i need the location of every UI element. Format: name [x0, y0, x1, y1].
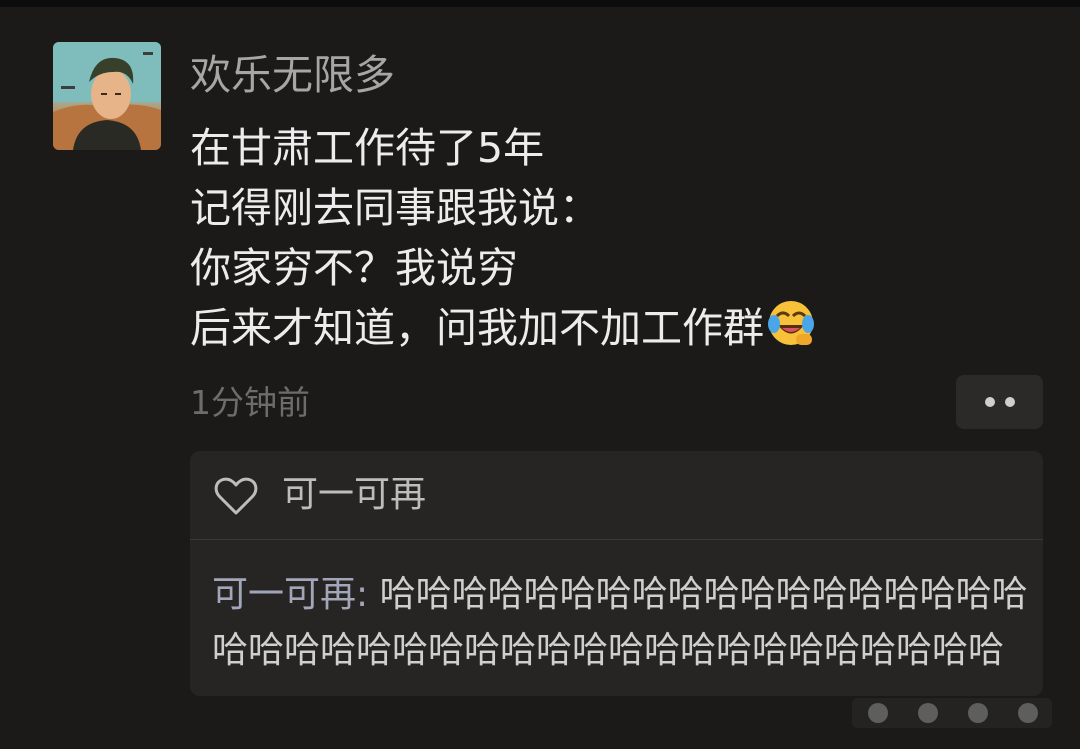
post-text-line: 记得刚去同事跟我说：	[190, 184, 600, 232]
avatar[interactable]	[53, 42, 161, 150]
top-bar	[0, 0, 1080, 7]
dot-icon	[1004, 397, 1015, 407]
comment-author[interactable]: 可一可再	[212, 574, 356, 615]
watermark-icon	[852, 698, 1052, 728]
more-options-button[interactable]	[956, 375, 1043, 429]
post-timestamp: 1分钟前	[190, 383, 310, 422]
comment-item[interactable]: 可一可再: 哈哈哈哈哈哈哈哈哈哈哈哈哈哈哈哈哈哈哈哈哈哈哈哈哈哈哈哈哈哈哈哈哈哈…	[212, 567, 1038, 679]
post-text-line-last: 后来才知道，问我加不加工作群	[190, 298, 1050, 364]
post-text-line: 在甘肃工作待了5年	[190, 124, 545, 172]
avatar-portrait-icon	[53, 42, 161, 150]
post-text-line: 你家穷不？我说穷	[190, 244, 518, 292]
likes-row: 可一可再	[190, 451, 1043, 539]
divider	[190, 539, 1043, 540]
dot-icon	[984, 397, 995, 407]
post-body: 在甘肃工作待了5年 记得刚去同事跟我说： 你家穷不？我说穷 后来才知道，问我加不…	[190, 118, 1050, 364]
heart-icon[interactable]	[214, 476, 258, 516]
comment-separator: :	[356, 574, 380, 615]
post-username[interactable]: 欢乐无限多	[190, 48, 395, 102]
like-user-name[interactable]: 可一可再	[282, 472, 426, 518]
post-text-line-content: 后来才知道，问我加不加工作群	[190, 304, 764, 352]
laughing-crying-emoji-icon	[766, 298, 816, 364]
interaction-panel: 可一可再 可一可再: 哈哈哈哈哈哈哈哈哈哈哈哈哈哈哈哈哈哈哈哈哈哈哈哈哈哈哈哈哈…	[190, 451, 1043, 696]
